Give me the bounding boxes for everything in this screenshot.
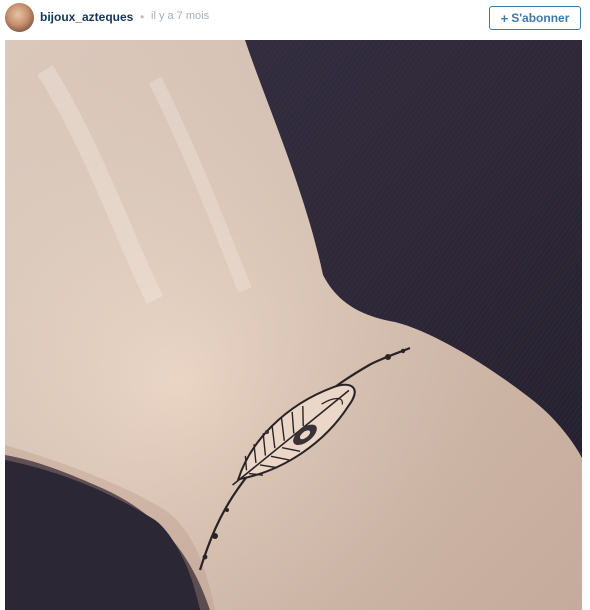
- tattoo-photo-image: [5, 40, 582, 610]
- follow-button-label: S'abonner: [511, 11, 570, 25]
- post-photo[interactable]: [5, 40, 582, 610]
- follow-button[interactable]: + S'abonner: [489, 6, 581, 30]
- username-link[interactable]: bijoux_azteques: [40, 10, 133, 24]
- plus-icon: +: [500, 10, 509, 26]
- post-header: bijoux_azteques • il y a 7 mois + S'abon…: [0, 0, 590, 38]
- post-timestamp[interactable]: il y a 7 mois: [151, 10, 209, 22]
- separator-dot: •: [140, 10, 145, 24]
- instagram-post: bijoux_azteques • il y a 7 mois + S'abon…: [0, 0, 590, 610]
- user-avatar[interactable]: [5, 3, 34, 32]
